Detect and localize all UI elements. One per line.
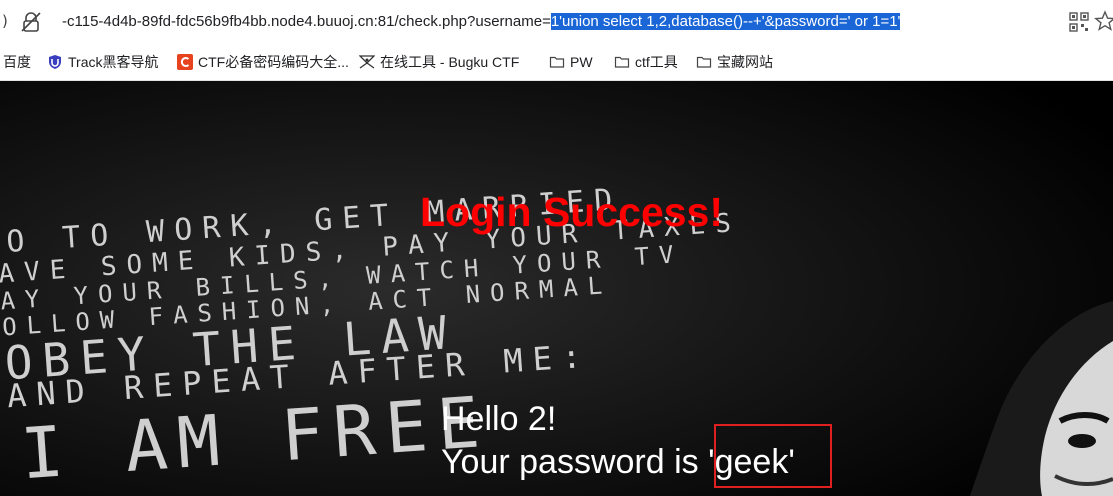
bookmark-bugku[interactable]: 在线工具 - Bugku CTF bbox=[359, 52, 519, 72]
star-icon[interactable] bbox=[1094, 10, 1113, 32]
bookmark-label: 在线工具 - Bugku CTF bbox=[380, 54, 520, 70]
bookmark-track[interactable]: Track黑客导航 bbox=[47, 52, 158, 72]
c-logo-icon bbox=[177, 54, 193, 70]
url-field[interactable]: -c115-4d4b-89fd-fdc56b9fb4bb.node4.buuoj… bbox=[62, 12, 901, 32]
bookmark-folder-ctf-tools[interactable]: ctf工具 bbox=[614, 52, 678, 72]
bookmark-folder-pw[interactable]: PW bbox=[549, 52, 593, 72]
insecure-lock-icon[interactable] bbox=[20, 11, 42, 33]
bookmarks-bar: 百度 Track黑客导航 CTF必备密码编码大全... 在线工具 - Bugku… bbox=[0, 44, 1113, 81]
bookmark-label: Track黑客导航 bbox=[68, 54, 159, 70]
reload-icon[interactable]: ) bbox=[2, 12, 10, 30]
folder-icon bbox=[696, 56, 712, 68]
folder-icon bbox=[614, 56, 630, 68]
bookmark-label: CTF必备密码编码大全... bbox=[198, 54, 349, 70]
url-text: -c115-4d4b-89fd-fdc56b9fb4bb.node4.buuoj… bbox=[62, 13, 551, 30]
login-success-title: Login Success! bbox=[420, 189, 724, 235]
password-prefix: Your password is bbox=[441, 443, 709, 481]
hello-message: Hello 2! bbox=[441, 400, 557, 438]
bookmark-label: 宝藏网站 bbox=[717, 54, 773, 70]
bookmark-baidu[interactable]: 百度 bbox=[3, 52, 31, 72]
guy-fawkes-mask-image bbox=[970, 301, 1113, 496]
page-content: O TO WORK, GET MARRIED AVE SOME KIDS, PA… bbox=[0, 81, 1113, 496]
url-selected-text: 1'union select 1,2,database()--+'&passwo… bbox=[550, 13, 901, 30]
bookmark-label: 百度 bbox=[3, 54, 31, 70]
password-highlight-box bbox=[714, 424, 832, 488]
qr-code-icon[interactable] bbox=[1069, 12, 1089, 32]
shield-icon bbox=[49, 55, 61, 69]
address-bar: ) -c115-4d4b-89fd-fdc56b9fb4bb.node4.buu… bbox=[0, 0, 1113, 44]
bookmark-label: ctf工具 bbox=[635, 54, 678, 70]
bugku-icon bbox=[359, 55, 375, 69]
folder-icon bbox=[549, 56, 565, 68]
bookmark-ctf-codes[interactable]: CTF必备密码编码大全... bbox=[177, 52, 349, 72]
bookmark-folder-treasure[interactable]: 宝藏网站 bbox=[696, 52, 773, 72]
bookmark-label: PW bbox=[570, 54, 593, 70]
